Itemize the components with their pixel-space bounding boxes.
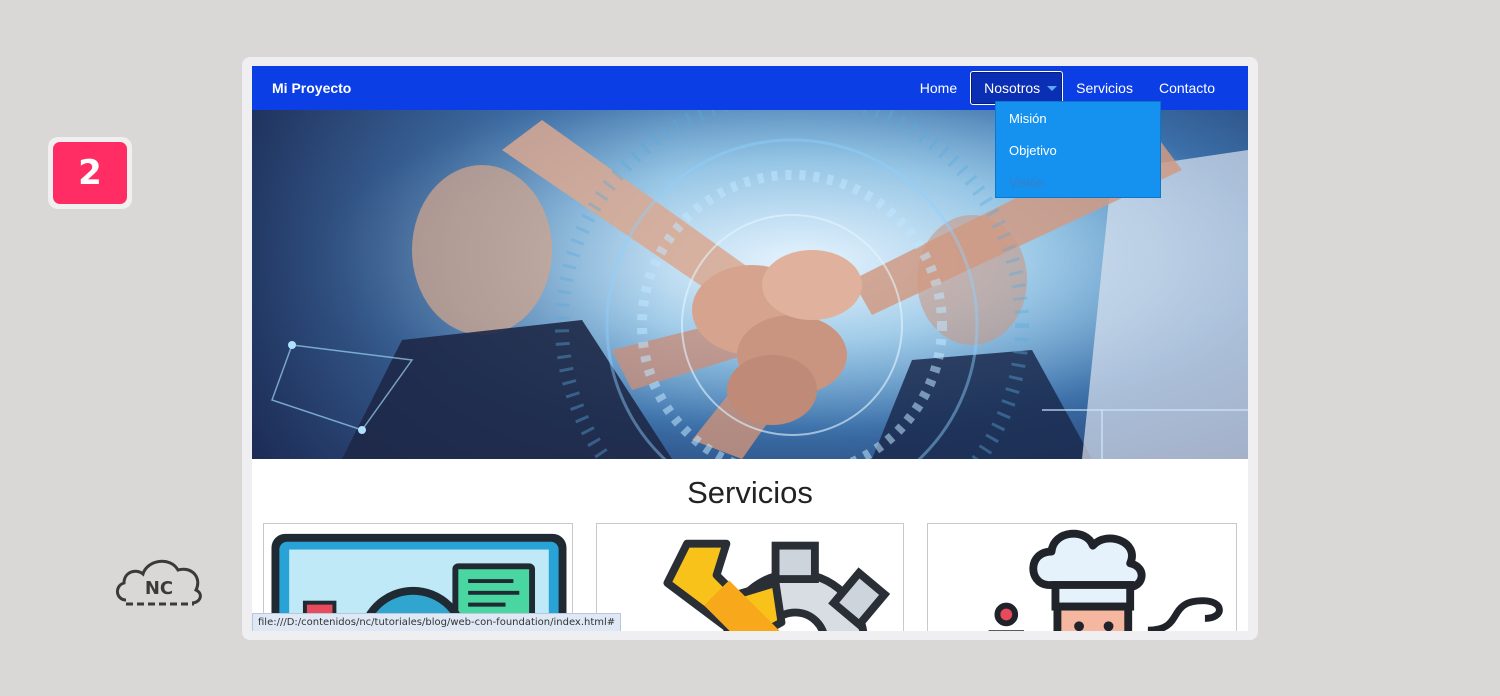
wrench-gear-icon [663,539,891,631]
nc-cloud-logo: NC [112,548,206,610]
services-heading: Servicios [687,475,813,510]
dropdown-item-mision[interactable]: Misión [996,102,1160,134]
nav-item-contacto[interactable]: Contacto [1146,71,1228,105]
service-card-2[interactable] [596,523,904,631]
step-badge: 2 [48,137,132,209]
browser-frame: Mi Proyecto Home Nosotros Servicios Cont… [242,57,1258,640]
caret-down-icon [1047,86,1058,91]
web-page: Mi Proyecto Home Nosotros Servicios Cont… [252,66,1248,631]
browser-status-url: file:///D:/contenidos/nc/tutoriales/blog… [252,613,622,631]
service-card-3[interactable] [927,523,1237,631]
dropdown-item-vision[interactable]: Visión [996,166,1160,198]
step-number: 2 [53,142,127,204]
dropdown-item-objetivo[interactable]: Objetivo [996,134,1160,166]
nav-item-home[interactable]: Home [907,71,970,105]
nav-item-nosotros-label: Nosotros [984,80,1041,96]
svg-text:NC: NC [145,578,173,599]
chef-icon [988,529,1223,631]
nosotros-dropdown-menu: Misión Objetivo Visión [995,101,1161,198]
nav-item-servicios[interactable]: Servicios [1063,71,1146,105]
nav-item-nosotros[interactable]: Nosotros [970,71,1064,105]
brand-link[interactable]: Mi Proyecto [272,80,351,96]
